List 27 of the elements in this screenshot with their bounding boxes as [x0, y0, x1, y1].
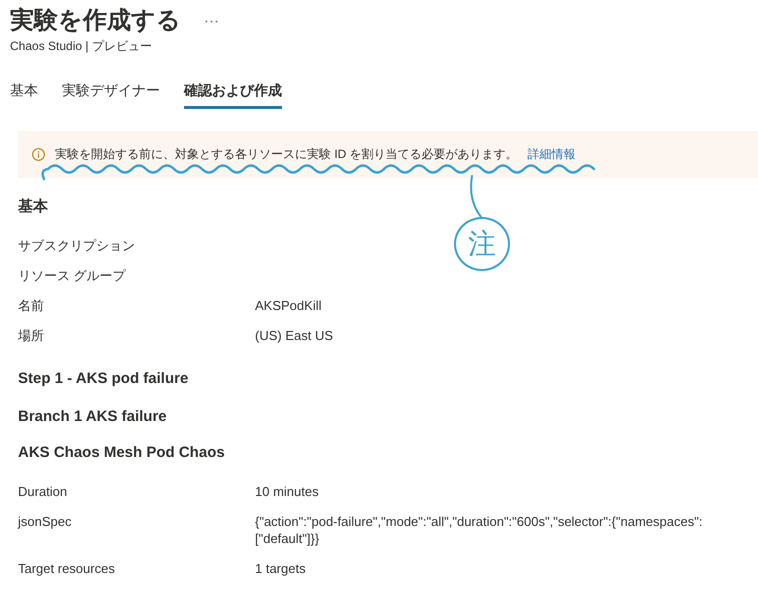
field-label: 名前	[18, 297, 45, 315]
info-icon	[32, 148, 45, 161]
section-heading: 基本	[18, 197, 49, 217]
section-heading: Branch 1 AKS failure	[18, 407, 168, 427]
leader-line	[470, 175, 482, 218]
tab[interactable]: 確認および作成	[184, 78, 282, 109]
field-label: 場所	[18, 327, 45, 345]
field-label: jsonSpec	[18, 513, 72, 531]
field-value: {"action":"pod-failure","mode":"all","duration":"600s","selector":{"namespaces":["default"]}}	[255, 513, 704, 548]
notice-text: 実験を開始する前に、対象とする各リソースに実験 ID を割り当てる必要があります。	[55, 146, 518, 163]
annotation-circle: 注	[454, 217, 510, 271]
learn-more-link[interactable]: 詳細情報	[528, 146, 576, 163]
page-title: 実験を作成する	[10, 6, 181, 36]
tab[interactable]: 実験デザイナー	[62, 78, 160, 109]
field-label: サブスクリプション	[18, 237, 136, 255]
tab[interactable]: 基本	[10, 78, 38, 109]
field-value: 1 targets	[255, 560, 307, 578]
section-heading: Step 1 - AKS pod failure	[18, 369, 190, 389]
field-value: AKSPodKill	[255, 297, 322, 315]
page-subtitle: Chaos Studio | プレビュー	[10, 38, 153, 54]
field-label: Duration	[18, 483, 68, 501]
more-icon[interactable]	[205, 20, 218, 22]
field-value: 10 minutes	[255, 483, 320, 501]
field-label: リソース グループ	[18, 267, 127, 285]
field-value: (US) East US	[255, 327, 334, 345]
section-heading: AKS Chaos Mesh Pod Chaos	[18, 443, 226, 463]
field-label: Target resources	[18, 560, 116, 578]
